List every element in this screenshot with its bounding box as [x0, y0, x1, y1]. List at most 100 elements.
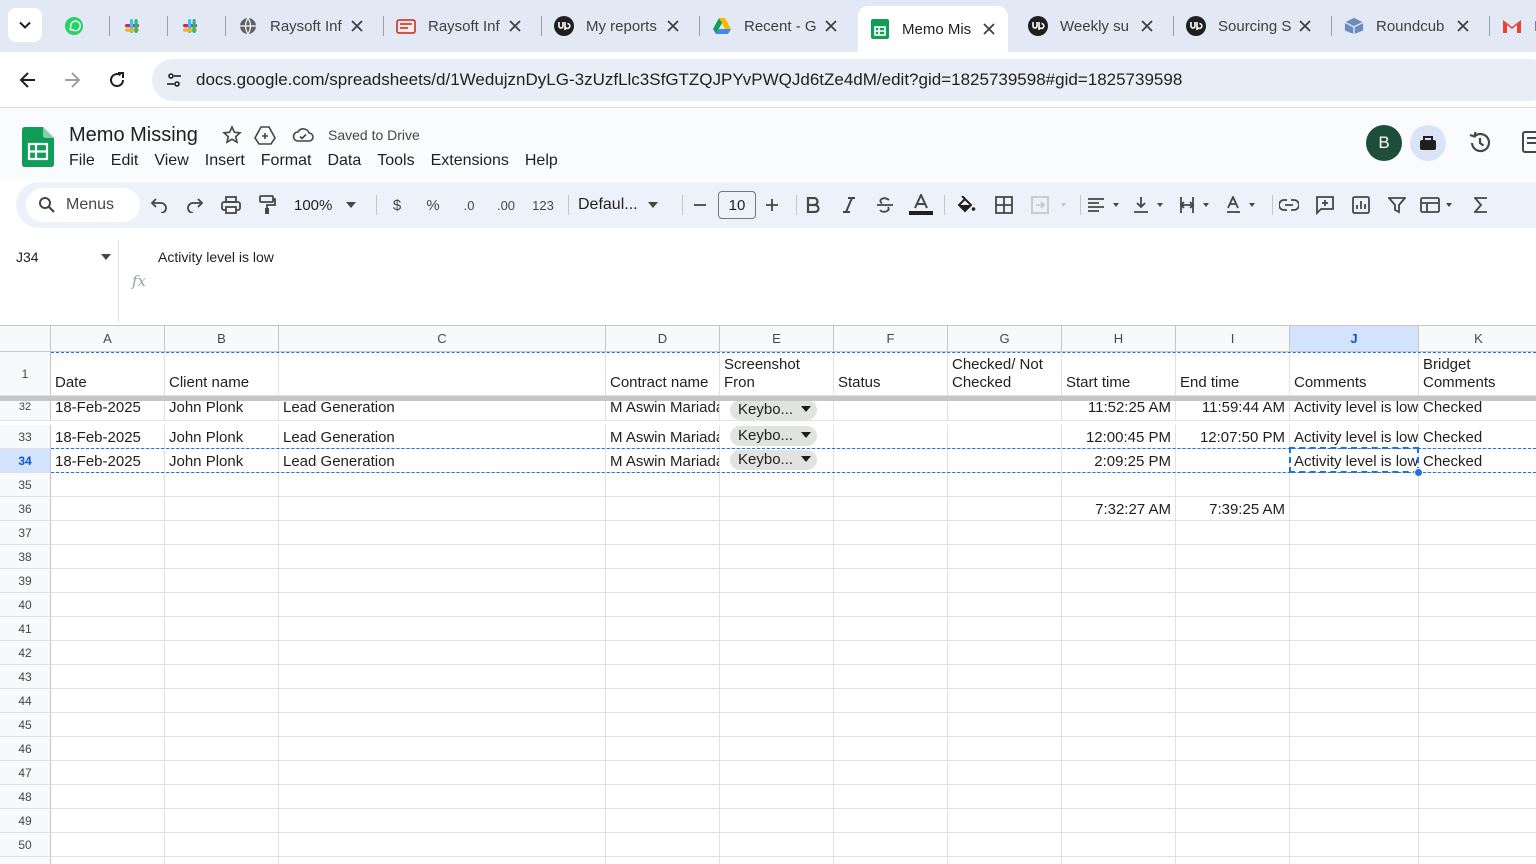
cell-e39[interactable] — [720, 569, 834, 593]
cell-k44[interactable] — [1419, 689, 1536, 713]
cell-b43[interactable] — [165, 665, 279, 689]
cell-a46[interactable] — [51, 737, 165, 761]
cell-d38[interactable] — [606, 545, 720, 569]
cell-h43[interactable] — [1062, 665, 1176, 689]
fill-handle[interactable] — [1414, 468, 1423, 477]
cell-d39[interactable] — [606, 569, 720, 593]
browser-tab[interactable] — [52, 6, 104, 46]
cell-f40[interactable] — [834, 593, 948, 617]
cell-f32[interactable] — [834, 401, 948, 421]
cell-k36[interactable] — [1419, 497, 1536, 521]
cell-g48[interactable] — [948, 785, 1062, 809]
cell-b47[interactable] — [165, 761, 279, 785]
cell-b46[interactable] — [165, 737, 279, 761]
cell-a44[interactable] — [51, 689, 165, 713]
cell-i45[interactable] — [1176, 713, 1290, 737]
cell-k49[interactable] — [1419, 809, 1536, 833]
fill-color-button[interactable] — [952, 190, 980, 220]
cell-a48[interactable] — [51, 785, 165, 809]
cell-a45[interactable] — [51, 713, 165, 737]
cell-i50[interactable] — [1176, 833, 1290, 857]
dropdown-chip[interactable]: Keybo... — [730, 425, 818, 446]
horizontal-align-button[interactable] — [1086, 190, 1126, 220]
sheets-logo-icon[interactable] — [22, 127, 54, 167]
column-header-a[interactable]: A — [51, 326, 165, 352]
cell-d35[interactable] — [606, 473, 720, 497]
reload-button[interactable] — [101, 64, 133, 96]
cell-d33[interactable]: M Aswin Mariada — [606, 425, 720, 449]
row-header[interactable]: 51 — [0, 857, 51, 864]
cell-c45[interactable] — [279, 713, 606, 737]
browser-tab[interactable]: In — [1490, 6, 1536, 46]
cell-a49[interactable] — [51, 809, 165, 833]
text-rotation-button[interactable] — [1224, 190, 1264, 220]
cell-f39[interactable] — [834, 569, 948, 593]
cell-e48[interactable] — [720, 785, 834, 809]
cell-k32[interactable]: Checked — [1419, 401, 1536, 421]
cell-d40[interactable] — [606, 593, 720, 617]
cell-i35[interactable] — [1176, 473, 1290, 497]
cell-c37[interactable] — [279, 521, 606, 545]
cell-b40[interactable] — [165, 593, 279, 617]
cell-f48[interactable] — [834, 785, 948, 809]
cell-b37[interactable] — [165, 521, 279, 545]
cell-g45[interactable] — [948, 713, 1062, 737]
row-header[interactable]: 1 — [0, 352, 51, 396]
cell-c36[interactable] — [279, 497, 606, 521]
cell-c46[interactable] — [279, 737, 606, 761]
cell-i41[interactable] — [1176, 617, 1290, 641]
row-header[interactable]: 44 — [0, 689, 51, 713]
cell-j51[interactable] — [1290, 857, 1419, 864]
address-bar[interactable]: docs.google.com/spreadsheets/d/1WedujznD… — [152, 59, 1536, 101]
cell-d41[interactable] — [606, 617, 720, 641]
cell-j42[interactable] — [1290, 641, 1419, 665]
select-all-corner[interactable] — [0, 326, 51, 352]
insert-comment-button[interactable] — [1312, 190, 1338, 220]
font-family-select[interactable]: Defaul... — [578, 190, 668, 220]
cell-e47[interactable] — [720, 761, 834, 785]
cell-e35[interactable] — [720, 473, 834, 497]
browser-tab[interactable]: Recent - G — [700, 6, 850, 46]
cell-b32[interactable]: John Plonk — [165, 401, 279, 421]
insert-link-button[interactable] — [1276, 190, 1302, 220]
cell-h46[interactable] — [1062, 737, 1176, 761]
cell-j49[interactable] — [1290, 809, 1419, 833]
cell-i43[interactable] — [1176, 665, 1290, 689]
cell-f41[interactable] — [834, 617, 948, 641]
row-header[interactable]: 33 — [0, 425, 51, 449]
cell-e40[interactable] — [720, 593, 834, 617]
cell-c44[interactable] — [279, 689, 606, 713]
cell-d47[interactable] — [606, 761, 720, 785]
browser-tab[interactable]: Raysoft Inf — [226, 6, 376, 46]
document-title[interactable]: Memo Missing — [69, 124, 198, 147]
cell-d32[interactable]: M Aswin Mariada — [606, 401, 720, 421]
cell-e43[interactable] — [720, 665, 834, 689]
cell-g42[interactable] — [948, 641, 1062, 665]
vertical-align-button[interactable] — [1132, 190, 1172, 220]
cell-i44[interactable] — [1176, 689, 1290, 713]
cell-e33[interactable]: Keybo... — [720, 425, 834, 449]
cell-a39[interactable] — [51, 569, 165, 593]
meet-button[interactable] — [1410, 125, 1446, 161]
close-tab-icon[interactable] — [1138, 17, 1156, 35]
row-header[interactable]: 46 — [0, 737, 51, 761]
dropdown-chip[interactable]: Keybo... — [730, 401, 818, 420]
cell-e45[interactable] — [720, 713, 834, 737]
browser-tab[interactable]: Roundcub — [1332, 6, 1482, 46]
cell-e51[interactable] — [720, 857, 834, 864]
cell-f36[interactable] — [834, 497, 948, 521]
close-tab-icon[interactable] — [822, 17, 840, 35]
strikethrough-button[interactable] — [872, 190, 898, 220]
font-size-input[interactable]: 10 — [718, 191, 756, 219]
column-header-j[interactable]: J — [1290, 326, 1419, 352]
forward-button[interactable] — [56, 64, 88, 96]
cell-h48[interactable] — [1062, 785, 1176, 809]
cell-d37[interactable] — [606, 521, 720, 545]
cell-i51[interactable] — [1176, 857, 1290, 864]
cloud-saved-icon[interactable] — [292, 127, 314, 143]
cell-j37[interactable] — [1290, 521, 1419, 545]
cell-d42[interactable] — [606, 641, 720, 665]
column-header-f[interactable]: F — [834, 326, 948, 352]
cell-k43[interactable] — [1419, 665, 1536, 689]
cell-j38[interactable] — [1290, 545, 1419, 569]
